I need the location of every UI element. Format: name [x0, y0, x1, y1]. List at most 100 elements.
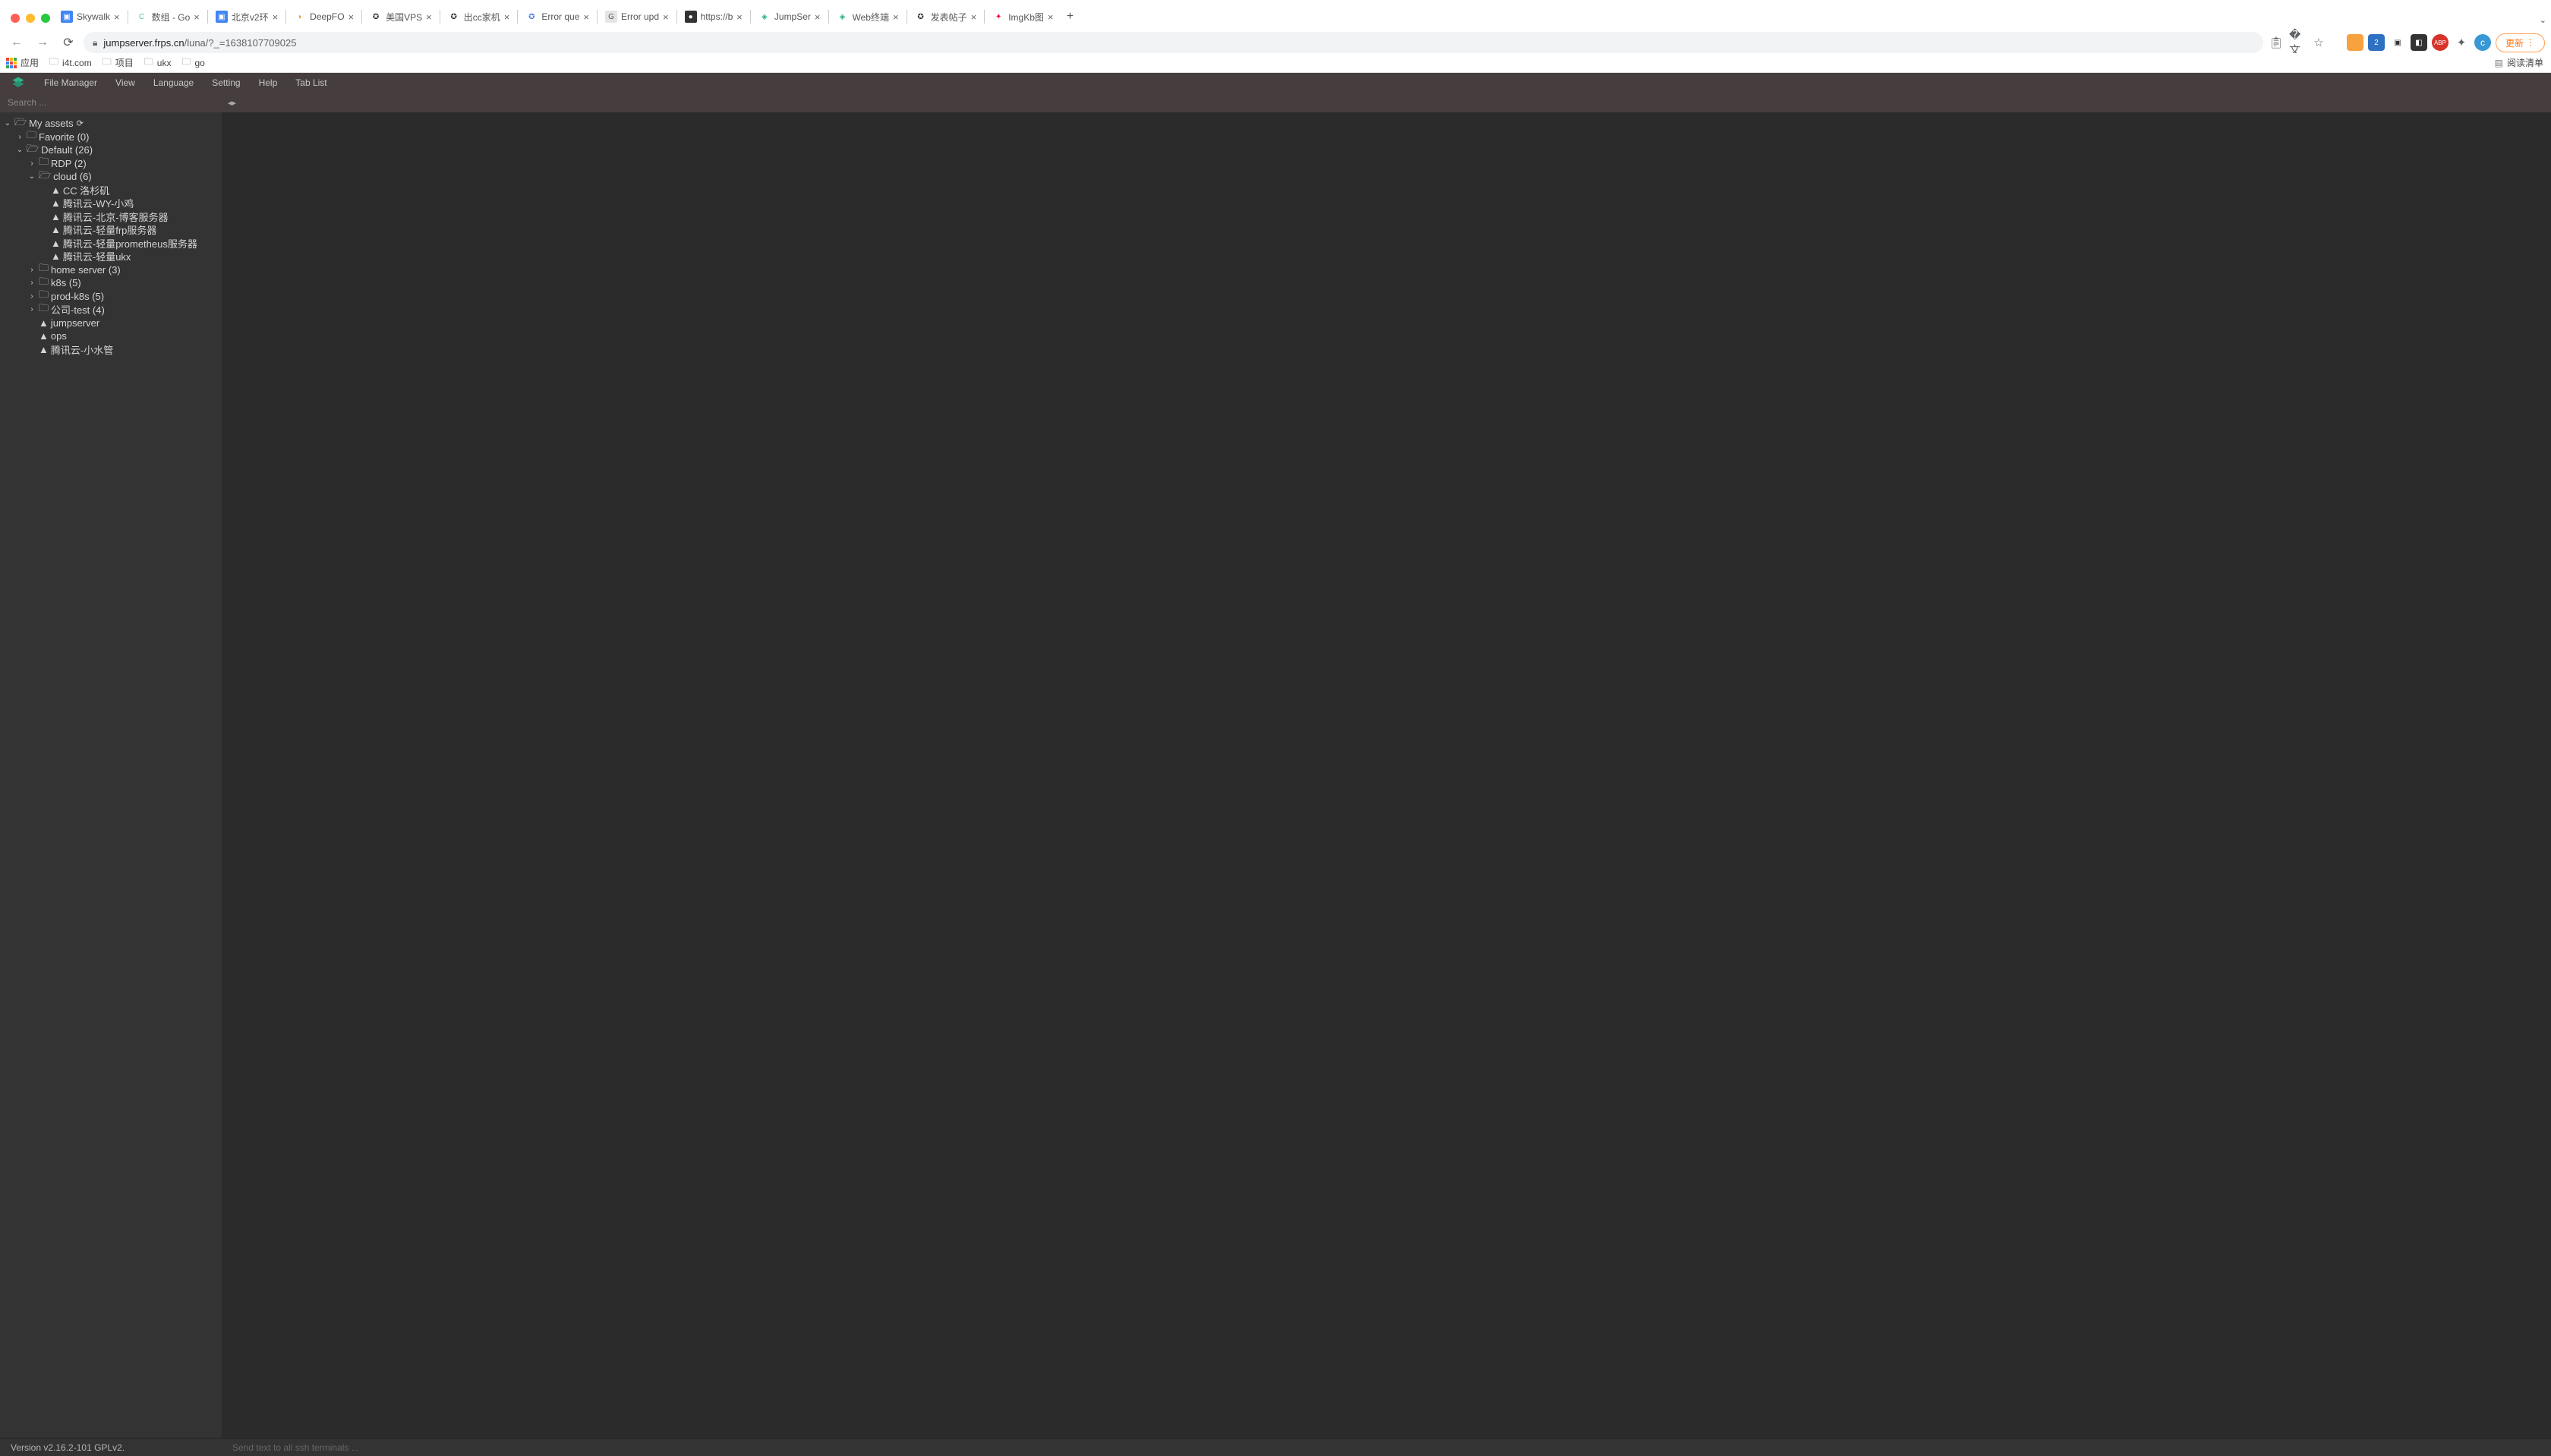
- extension-icon-3[interactable]: ▣: [2389, 34, 2406, 51]
- tree-row[interactable]: ⌄🗁cloud (6): [0, 170, 222, 184]
- menu-item[interactable]: Language: [153, 77, 194, 88]
- tree-label: cloud (6): [53, 171, 92, 182]
- tab-title: 北京v2环: [232, 11, 269, 24]
- tree-row[interactable]: ▲腾讯云-小水管: [0, 343, 222, 357]
- tree-row[interactable]: ›🗀home server (3): [0, 263, 222, 277]
- browser-tab[interactable]: ● https://b ×: [679, 6, 749, 27]
- close-window-button[interactable]: [11, 14, 20, 23]
- reload-button[interactable]: ⟳: [58, 32, 79, 53]
- favicon-icon: ✪: [370, 11, 382, 23]
- back-button[interactable]: ←: [6, 32, 27, 53]
- extension-icon-2[interactable]: 2: [2368, 34, 2385, 51]
- favicon-icon: G: [605, 11, 617, 23]
- clipboard-icon[interactable]: 📋︎: [2268, 34, 2285, 51]
- tab-title: DeepFO: [310, 11, 344, 22]
- expand-icon[interactable]: ⌄: [27, 172, 36, 181]
- tree-row[interactable]: ›🗀k8s (5): [0, 276, 222, 290]
- close-icon[interactable]: ×: [504, 11, 510, 23]
- menu-item[interactable]: View: [115, 77, 135, 88]
- bookmark-folder[interactable]: 🗀ukx: [144, 55, 172, 71]
- reading-list-button[interactable]: ▤ 阅读清单: [2495, 56, 2543, 69]
- tree-row[interactable]: ▲腾讯云-轻量ukx: [0, 250, 222, 263]
- apps-bookmark[interactable]: 应用: [6, 56, 39, 69]
- extension-icon-4[interactable]: ◧: [2411, 34, 2427, 51]
- browser-tab[interactable]: ▣ Skywalk ×: [55, 6, 126, 27]
- tree-row[interactable]: ▲腾讯云-北京-博客服务器: [0, 210, 222, 224]
- refresh-icon[interactable]: ⟳: [77, 118, 84, 128]
- browser-tab[interactable]: ◗ DeepFO ×: [288, 6, 360, 27]
- menu-item[interactable]: Tab List: [295, 77, 326, 88]
- minimize-window-button[interactable]: [26, 14, 35, 23]
- terminal-content[interactable]: [222, 112, 2551, 1438]
- browser-tab[interactable]: ✪ 发表帖子 ×: [909, 6, 983, 27]
- browser-tab[interactable]: ✦ ImgKb图 ×: [986, 6, 1059, 27]
- close-icon[interactable]: ×: [815, 11, 821, 23]
- tree-row[interactable]: ▲CC 洛杉矶: [0, 184, 222, 197]
- close-icon[interactable]: ×: [663, 11, 669, 23]
- tab-title: JumpSer: [774, 11, 811, 22]
- tree-row[interactable]: ›🗀RDP (2): [0, 157, 222, 171]
- browser-tab[interactable]: G Error upd ×: [599, 6, 675, 27]
- profile-avatar[interactable]: c: [2474, 34, 2491, 51]
- menu-item[interactable]: Help: [259, 77, 278, 88]
- tree-row[interactable]: ▲jumpserver: [0, 317, 222, 330]
- browser-tab-strip: ▣ Skywalk × C 数组 - Go × ▣ 北京v2环 × ◗ Deep…: [55, 6, 2545, 27]
- close-icon[interactable]: ×: [893, 11, 899, 23]
- extension-icon-1[interactable]: [2347, 34, 2363, 51]
- browser-tab[interactable]: ✪ Error que ×: [519, 6, 595, 27]
- collapse-sidebar-icon[interactable]: ◂▸: [228, 98, 236, 108]
- expand-icon[interactable]: ›: [27, 305, 36, 314]
- browser-tab[interactable]: ✪ 出cc家机 ×: [442, 6, 516, 27]
- browser-tab[interactable]: ◈ Web终端 ×: [831, 6, 905, 27]
- tree-row[interactable]: ▲腾讯云-轻量frp服务器: [0, 223, 222, 237]
- expand-icon[interactable]: ⌄: [15, 146, 24, 154]
- close-icon[interactable]: ×: [1048, 11, 1054, 23]
- extensions-menu-icon[interactable]: ✦: [2453, 34, 2470, 51]
- tree-label: k8s (5): [51, 277, 81, 288]
- browser-tab[interactable]: ✪ 美国VPS ×: [364, 6, 438, 27]
- expand-icon[interactable]: ⌄: [3, 119, 12, 128]
- expand-icon[interactable]: ›: [15, 133, 24, 141]
- close-icon[interactable]: ×: [971, 11, 977, 23]
- linux-icon: ▲: [51, 197, 61, 209]
- tree-row[interactable]: ▲ops: [0, 329, 222, 343]
- close-icon[interactable]: ×: [348, 11, 355, 23]
- browser-tab[interactable]: C 数组 - Go ×: [130, 6, 206, 27]
- expand-icon[interactable]: ›: [27, 159, 36, 168]
- forward-button[interactable]: →: [32, 32, 53, 53]
- new-tab-button[interactable]: +: [1059, 6, 1080, 27]
- favicon-icon: ✪: [525, 11, 538, 23]
- update-button[interactable]: 更新 ⋮: [2496, 33, 2545, 52]
- expand-icon[interactable]: ›: [27, 279, 36, 287]
- close-icon[interactable]: ×: [273, 11, 279, 23]
- close-icon[interactable]: ×: [114, 11, 120, 23]
- menu-item[interactable]: Setting: [212, 77, 240, 88]
- menu-item[interactable]: File Manager: [44, 77, 97, 88]
- bookmark-folder[interactable]: 🗀go: [181, 55, 204, 71]
- tree-row[interactable]: ⌄🗁Default (26): [0, 143, 222, 157]
- tree-row[interactable]: ›🗀prod-k8s (5): [0, 290, 222, 304]
- tree-row[interactable]: ›🗀公司-test (4): [0, 303, 222, 317]
- address-bar[interactable]: 🔒︎ jumpserver.frps.cn/luna/?_=1638107709…: [84, 32, 2263, 53]
- browser-tab[interactable]: ◈ JumpSer ×: [752, 6, 827, 27]
- tree-row[interactable]: ▲腾讯云-WY-小鸡: [0, 197, 222, 210]
- expand-icon[interactable]: ›: [27, 292, 36, 301]
- browser-tab[interactable]: ▣ 北京v2环 ×: [210, 6, 284, 27]
- bookmark-folder[interactable]: 🗀项目: [102, 55, 134, 71]
- close-icon[interactable]: ×: [583, 11, 589, 23]
- tree-row[interactable]: ▲腾讯云-轻量prometheus服务器: [0, 237, 222, 251]
- broadcast-input[interactable]: [222, 1442, 2551, 1453]
- expand-icon[interactable]: ›: [27, 266, 36, 274]
- extension-icon-5[interactable]: ABP: [2432, 34, 2449, 51]
- close-icon[interactable]: ×: [736, 11, 743, 23]
- search-input[interactable]: [0, 93, 222, 112]
- maximize-window-button[interactable]: [41, 14, 50, 23]
- translate-icon[interactable]: �文: [2289, 34, 2306, 51]
- bookmark-label: 项目: [115, 56, 134, 69]
- bookmark-folder[interactable]: 🗀i4t.com: [49, 55, 92, 71]
- tab-title: ImgKb图: [1008, 11, 1044, 24]
- close-icon[interactable]: ×: [194, 11, 200, 23]
- close-icon[interactable]: ×: [426, 11, 432, 23]
- star-icon[interactable]: ☆: [2310, 34, 2327, 51]
- tab-dropdown-icon[interactable]: ⌄: [2540, 15, 2546, 25]
